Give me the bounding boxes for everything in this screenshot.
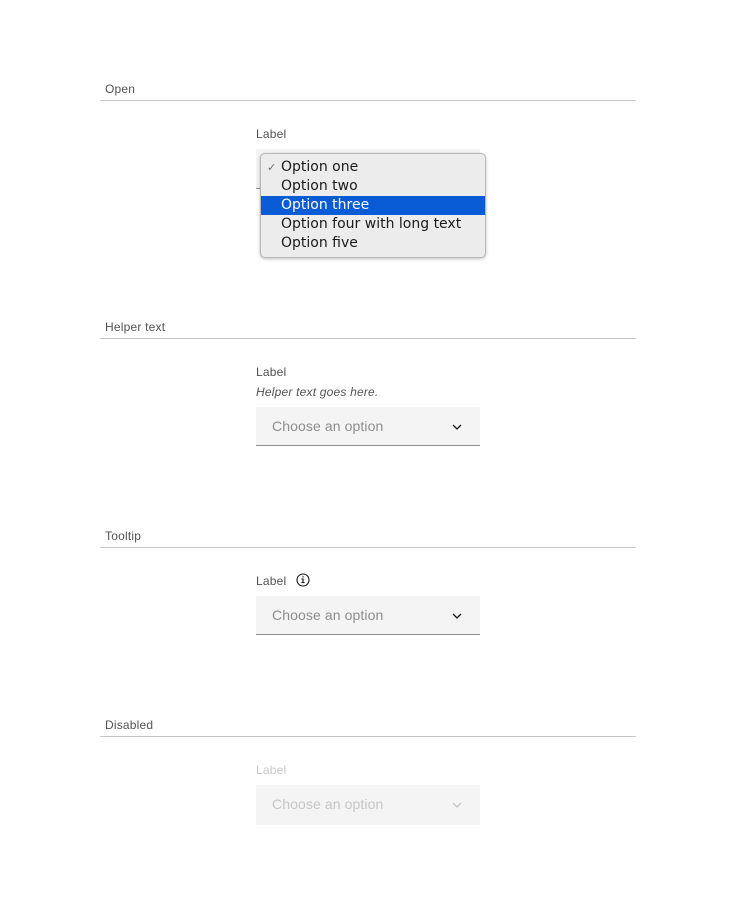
- dropdown-option[interactable]: Option two: [261, 177, 485, 196]
- dropdown-option-label: Option three: [281, 197, 370, 213]
- section-divider: [100, 547, 636, 548]
- select-dropdown-list[interactable]: ✓ Option one Option two Option three Opt…: [260, 153, 486, 258]
- select-value: Choose an option: [272, 796, 384, 812]
- field-label: Label: [256, 763, 287, 777]
- dropdown-option-highlighted[interactable]: Option three: [261, 196, 485, 215]
- section-divider: [100, 338, 636, 339]
- section-divider: [100, 736, 636, 737]
- section-divider: [100, 100, 636, 101]
- chevron-down-icon: [451, 799, 463, 811]
- dropdown-option[interactable]: Option four with long text: [261, 215, 485, 234]
- dropdown-option-label: Option one: [281, 159, 359, 175]
- select-disabled: Choose an option: [256, 785, 480, 825]
- dropdown-option-label: Option five: [281, 235, 358, 251]
- select-helper[interactable]: Choose an option: [256, 407, 480, 446]
- dropdown-option-label: Option four with long text: [281, 216, 462, 232]
- info-icon[interactable]: [296, 573, 310, 587]
- dropdown-option[interactable]: ✓ Option one: [261, 158, 485, 177]
- chevron-down-icon: [451, 610, 463, 622]
- section-title-open: Open: [105, 82, 136, 96]
- section-title-disabled: Disabled: [105, 718, 154, 732]
- dropdown-option-label: Option two: [281, 178, 358, 194]
- field-label: Label: [256, 574, 287, 588]
- field-label: Label: [256, 365, 287, 379]
- select-value: Choose an option: [272, 607, 384, 623]
- chevron-down-icon: [451, 421, 463, 433]
- section-title-tooltip: Tooltip: [105, 529, 142, 543]
- section-title-helper-text: Helper text: [105, 320, 166, 334]
- field-label: Label: [256, 127, 287, 141]
- select-tooltip[interactable]: Choose an option: [256, 596, 480, 635]
- select-value: Choose an option: [272, 418, 384, 434]
- checkmark-icon: ✓: [267, 161, 277, 174]
- dropdown-option[interactable]: Option five: [261, 234, 485, 253]
- helper-text: Helper text goes here.: [256, 385, 379, 399]
